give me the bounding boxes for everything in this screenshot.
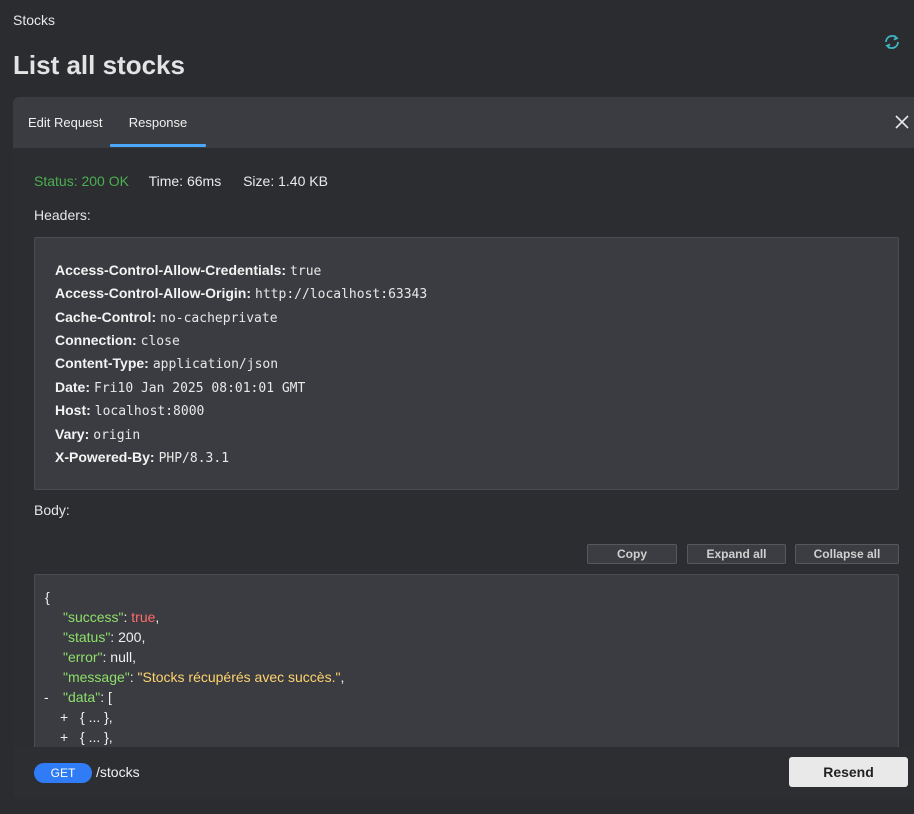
request-panel: Edit Request Response Status: 200 OK Tim… <box>13 97 914 799</box>
page-title: List all stocks <box>13 50 185 80</box>
time-text: Time: 66ms <box>148 173 222 189</box>
header-row: Connection: close <box>55 332 180 349</box>
json-value: 200 <box>118 629 142 645</box>
tab-edit-request[interactable]: Edit Request <box>28 97 102 148</box>
copy-button[interactable]: Copy <box>587 544 677 564</box>
expand-toggle[interactable]: + <box>60 709 68 725</box>
header-key: Access-Control-Allow-Credentials: <box>55 262 287 278</box>
headers-box: Access-Control-Allow-Credentials: true Ac… <box>34 237 899 490</box>
header-value: origin <box>93 428 141 443</box>
collapse-all-button[interactable]: Collapse all <box>795 544 899 564</box>
header-row: Vary: origin <box>55 426 140 443</box>
response-meta: Status: 200 OK Time: 66ms Size: 1.40 KB <box>34 173 328 189</box>
json-key: "data" <box>63 689 101 705</box>
header-row: Host: localhost:8000 <box>55 402 204 419</box>
header-value: no-cacheprivate <box>160 311 278 326</box>
header-row: Cache-Control: no-cacheprivate <box>55 309 278 326</box>
resend-button[interactable]: Resend <box>789 757 908 787</box>
json-value: "Stocks récupérés avec succès." <box>137 669 341 685</box>
json-line: "error": null, <box>63 649 136 665</box>
expand-all-button[interactable]: Expand all <box>687 544 786 564</box>
header-value: application/json <box>152 357 279 372</box>
request-path: /stocks <box>96 764 140 780</box>
breadcrumb: Stocks <box>13 12 56 28</box>
header-value: true <box>290 264 322 279</box>
tab-response[interactable]: Response <box>110 97 206 148</box>
header-value: Fri10 Jan 2025 08:01:01 GMT <box>94 381 306 396</box>
header-key: Date: <box>55 379 91 395</box>
header-row: Access-Control-Allow-Credentials: true <box>55 262 321 279</box>
status-text: Status: 200 OK <box>34 173 129 189</box>
active-tab-indicator <box>110 144 206 147</box>
json-value: true <box>131 609 156 625</box>
body-label: Body: <box>34 502 70 518</box>
header-row: Access-Control-Allow-Origin: http://local… <box>55 285 427 302</box>
json-line: "status": 200, <box>63 629 146 645</box>
json-key: "error" <box>63 649 103 665</box>
header-value: localhost:8000 <box>94 404 205 419</box>
header-row: Date: Fri10 Jan 2025 08:01:01 GMT <box>55 379 305 396</box>
json-open-brace: { <box>45 589 50 605</box>
json-line: "data": [ <box>63 689 112 705</box>
header-value: http://localhost:63343 <box>255 287 428 302</box>
json-collapsed-item: { ... }, <box>80 709 113 725</box>
header-row: X-Powered-By: PHP/8.3.1 <box>55 449 229 466</box>
headers-label: Headers: <box>34 207 91 223</box>
header-key: Cache-Control: <box>55 309 157 325</box>
refresh-icon[interactable] <box>882 32 902 52</box>
json-key: "status" <box>63 629 111 645</box>
tab-bar: Edit Request Response <box>13 97 914 148</box>
header-key: Content-Type: <box>55 355 149 371</box>
size-text: Size: 1.40 KB <box>243 173 328 189</box>
header-value: PHP/8.3.1 <box>158 451 230 466</box>
json-key: "success" <box>63 609 124 625</box>
json-line: "success": true, <box>63 609 160 625</box>
json-collapsed-item: { ... }, <box>80 729 113 745</box>
header-value: close <box>140 334 180 349</box>
header-key: Host: <box>55 402 91 418</box>
header-key: Access-Control-Allow-Origin: <box>55 285 252 301</box>
method-badge: GET <box>34 763 92 783</box>
header-key: Vary: <box>55 426 90 442</box>
json-key: "message" <box>63 669 130 685</box>
header-key: X-Powered-By: <box>55 449 155 465</box>
collapse-toggle[interactable]: - <box>44 689 49 705</box>
header-row: Content-Type: application/json <box>55 355 278 372</box>
json-value: null <box>110 649 133 665</box>
request-footer: GET /stocks Resend <box>13 747 914 799</box>
json-line: "message": "Stocks récupérés avec succès… <box>63 669 345 685</box>
header-key: Connection: <box>55 332 137 348</box>
expand-toggle[interactable]: + <box>60 729 68 745</box>
close-icon[interactable] <box>893 113 911 131</box>
json-bracket: [ <box>107 689 112 705</box>
